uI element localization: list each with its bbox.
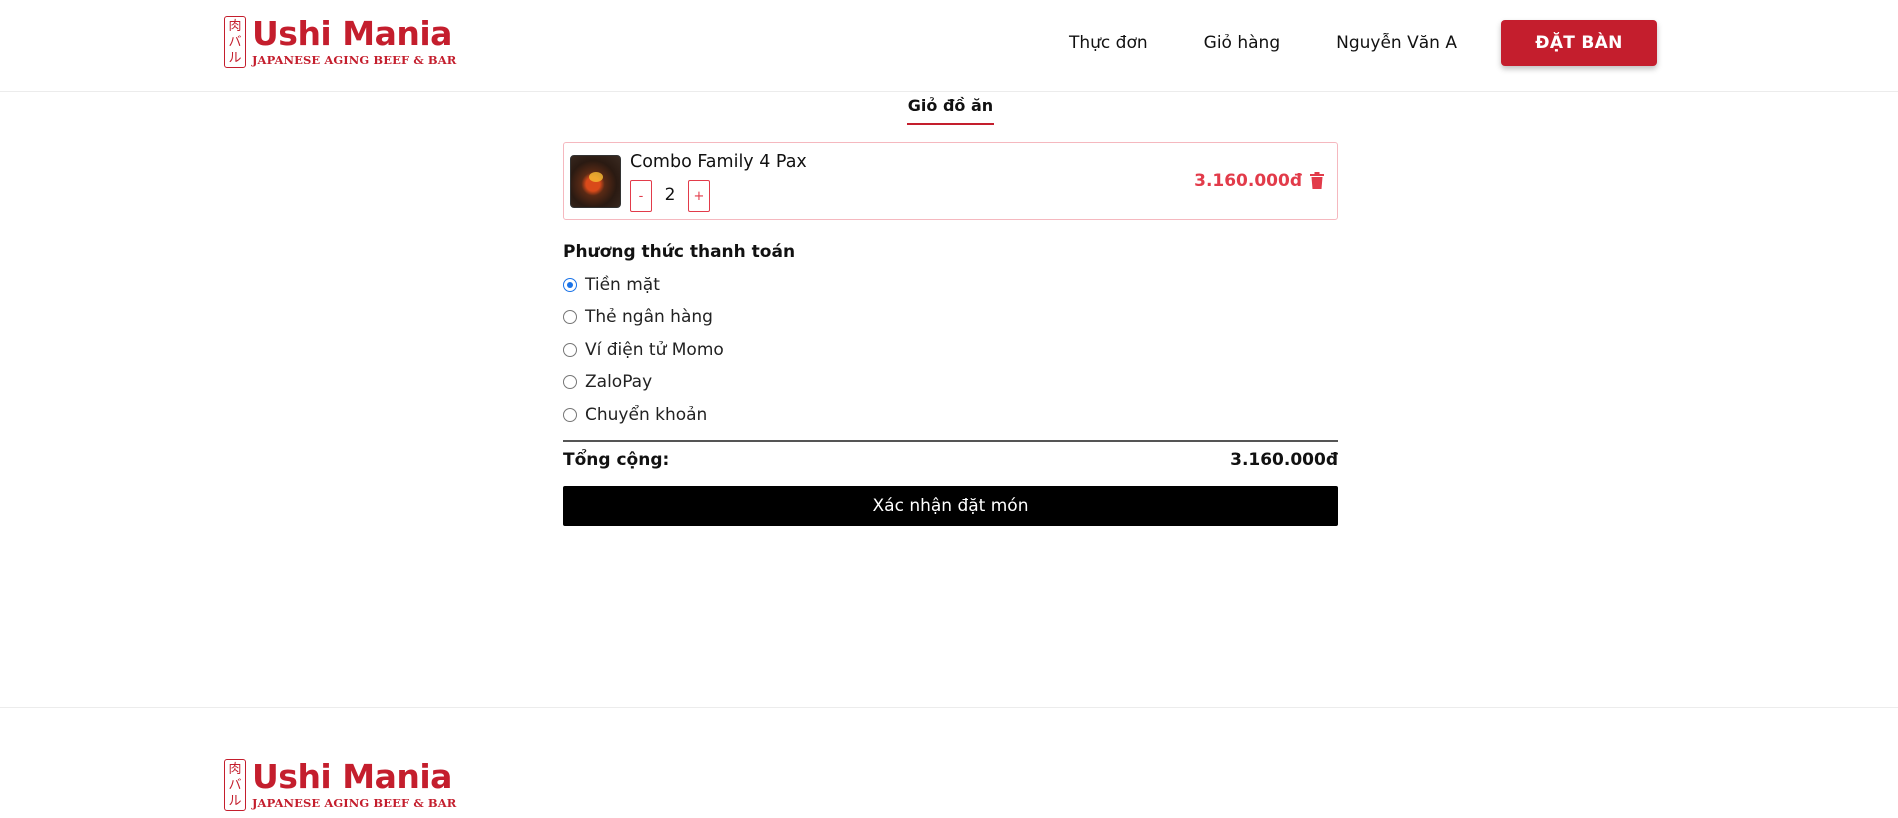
payment-option-zalopay[interactable]: ZaloPay [563, 372, 652, 392]
cart-item-name: Combo Family 4 Pax [630, 152, 807, 172]
site-header: 肉 バ ル Ushi Mania JAPANESE AGING BEEF & B… [0, 0, 1898, 92]
radio-zalopay[interactable] [563, 375, 577, 389]
payment-option-momo[interactable]: Ví điện tử Momo [563, 340, 724, 360]
logo-kanji-1: 肉 [228, 19, 242, 34]
logo-tagline: JAPANESE AGING BEEF & BAR [252, 53, 457, 67]
payment-option-label: Thẻ ngân hàng [585, 307, 713, 327]
logo-brand-name: Ushi Mania [252, 14, 452, 53]
radio-momo[interactable] [563, 343, 577, 357]
logo-kanji-3: ル [228, 51, 242, 66]
cart-item: Combo Family 4 Pax - 2 + 3.160.000đ [563, 142, 1338, 220]
payment-option-label: Tiền mặt [585, 275, 660, 295]
nav-user-link[interactable]: Nguyễn Văn A [1336, 33, 1457, 53]
payment-method-title: Phương thức thanh toán [563, 242, 796, 262]
logo-tagline: JAPANESE AGING BEEF & BAR [252, 796, 457, 810]
logo-kanji-2: バ [228, 35, 242, 50]
confirm-order-button[interactable]: Xác nhận đặt món [563, 486, 1338, 526]
total-value: 3.160.000đ [1230, 450, 1338, 470]
payment-option-label: Ví điện tử Momo [585, 340, 724, 360]
payment-option-label: Chuyển khoản [585, 405, 708, 425]
logo-brand-name: Ushi Mania [252, 757, 452, 796]
nav-menu-link[interactable]: Thực đơn [1069, 33, 1148, 53]
cart-item-thumbnail [570, 155, 621, 208]
footer-logo[interactable]: 肉 バ ル Ushi Mania JAPANESE AGING BEEF & B… [224, 759, 456, 811]
payment-option-transfer[interactable]: Chuyển khoản [563, 405, 707, 425]
logo-kanji-1: 肉 [228, 762, 242, 777]
trash-icon[interactable] [1310, 172, 1324, 189]
logo-kanji-mark: 肉 バ ル [224, 759, 246, 811]
site-footer: 肉 バ ル Ushi Mania JAPANESE AGING BEEF & B… [0, 707, 1898, 818]
cart-item-price: 3.160.000đ [1194, 171, 1302, 191]
logo-kanji-2: バ [228, 778, 242, 793]
site-logo[interactable]: 肉 バ ル Ushi Mania JAPANESE AGING BEEF & B… [224, 16, 456, 68]
total-label: Tổng cộng: [563, 450, 670, 470]
nav-cart-link[interactable]: Giỏ hàng [1204, 33, 1280, 53]
radio-bank-card[interactable] [563, 310, 577, 324]
decrease-quantity-button[interactable]: - [630, 180, 652, 212]
increase-quantity-button[interactable]: + [688, 180, 710, 212]
book-table-button[interactable]: ĐẶT BÀN [1500, 20, 1657, 66]
main-nav: Thực đơn Giỏ hàng Nguyễn Văn A ĐẶT BÀN [1069, 0, 1657, 86]
payment-option-cash[interactable]: Tiền mặt [563, 275, 660, 295]
payment-option-bank-card[interactable]: Thẻ ngân hàng [563, 307, 713, 327]
payment-option-label: ZaloPay [585, 372, 653, 392]
radio-transfer[interactable] [563, 408, 577, 422]
section-title-food-cart: Giỏ đồ ăn [907, 96, 994, 125]
cart-item-quantity: 2 [664, 185, 676, 205]
total-divider [563, 440, 1338, 442]
logo-kanji-3: ル [228, 794, 242, 809]
logo-kanji-mark: 肉 バ ル [224, 16, 246, 68]
radio-cash[interactable] [563, 278, 577, 292]
